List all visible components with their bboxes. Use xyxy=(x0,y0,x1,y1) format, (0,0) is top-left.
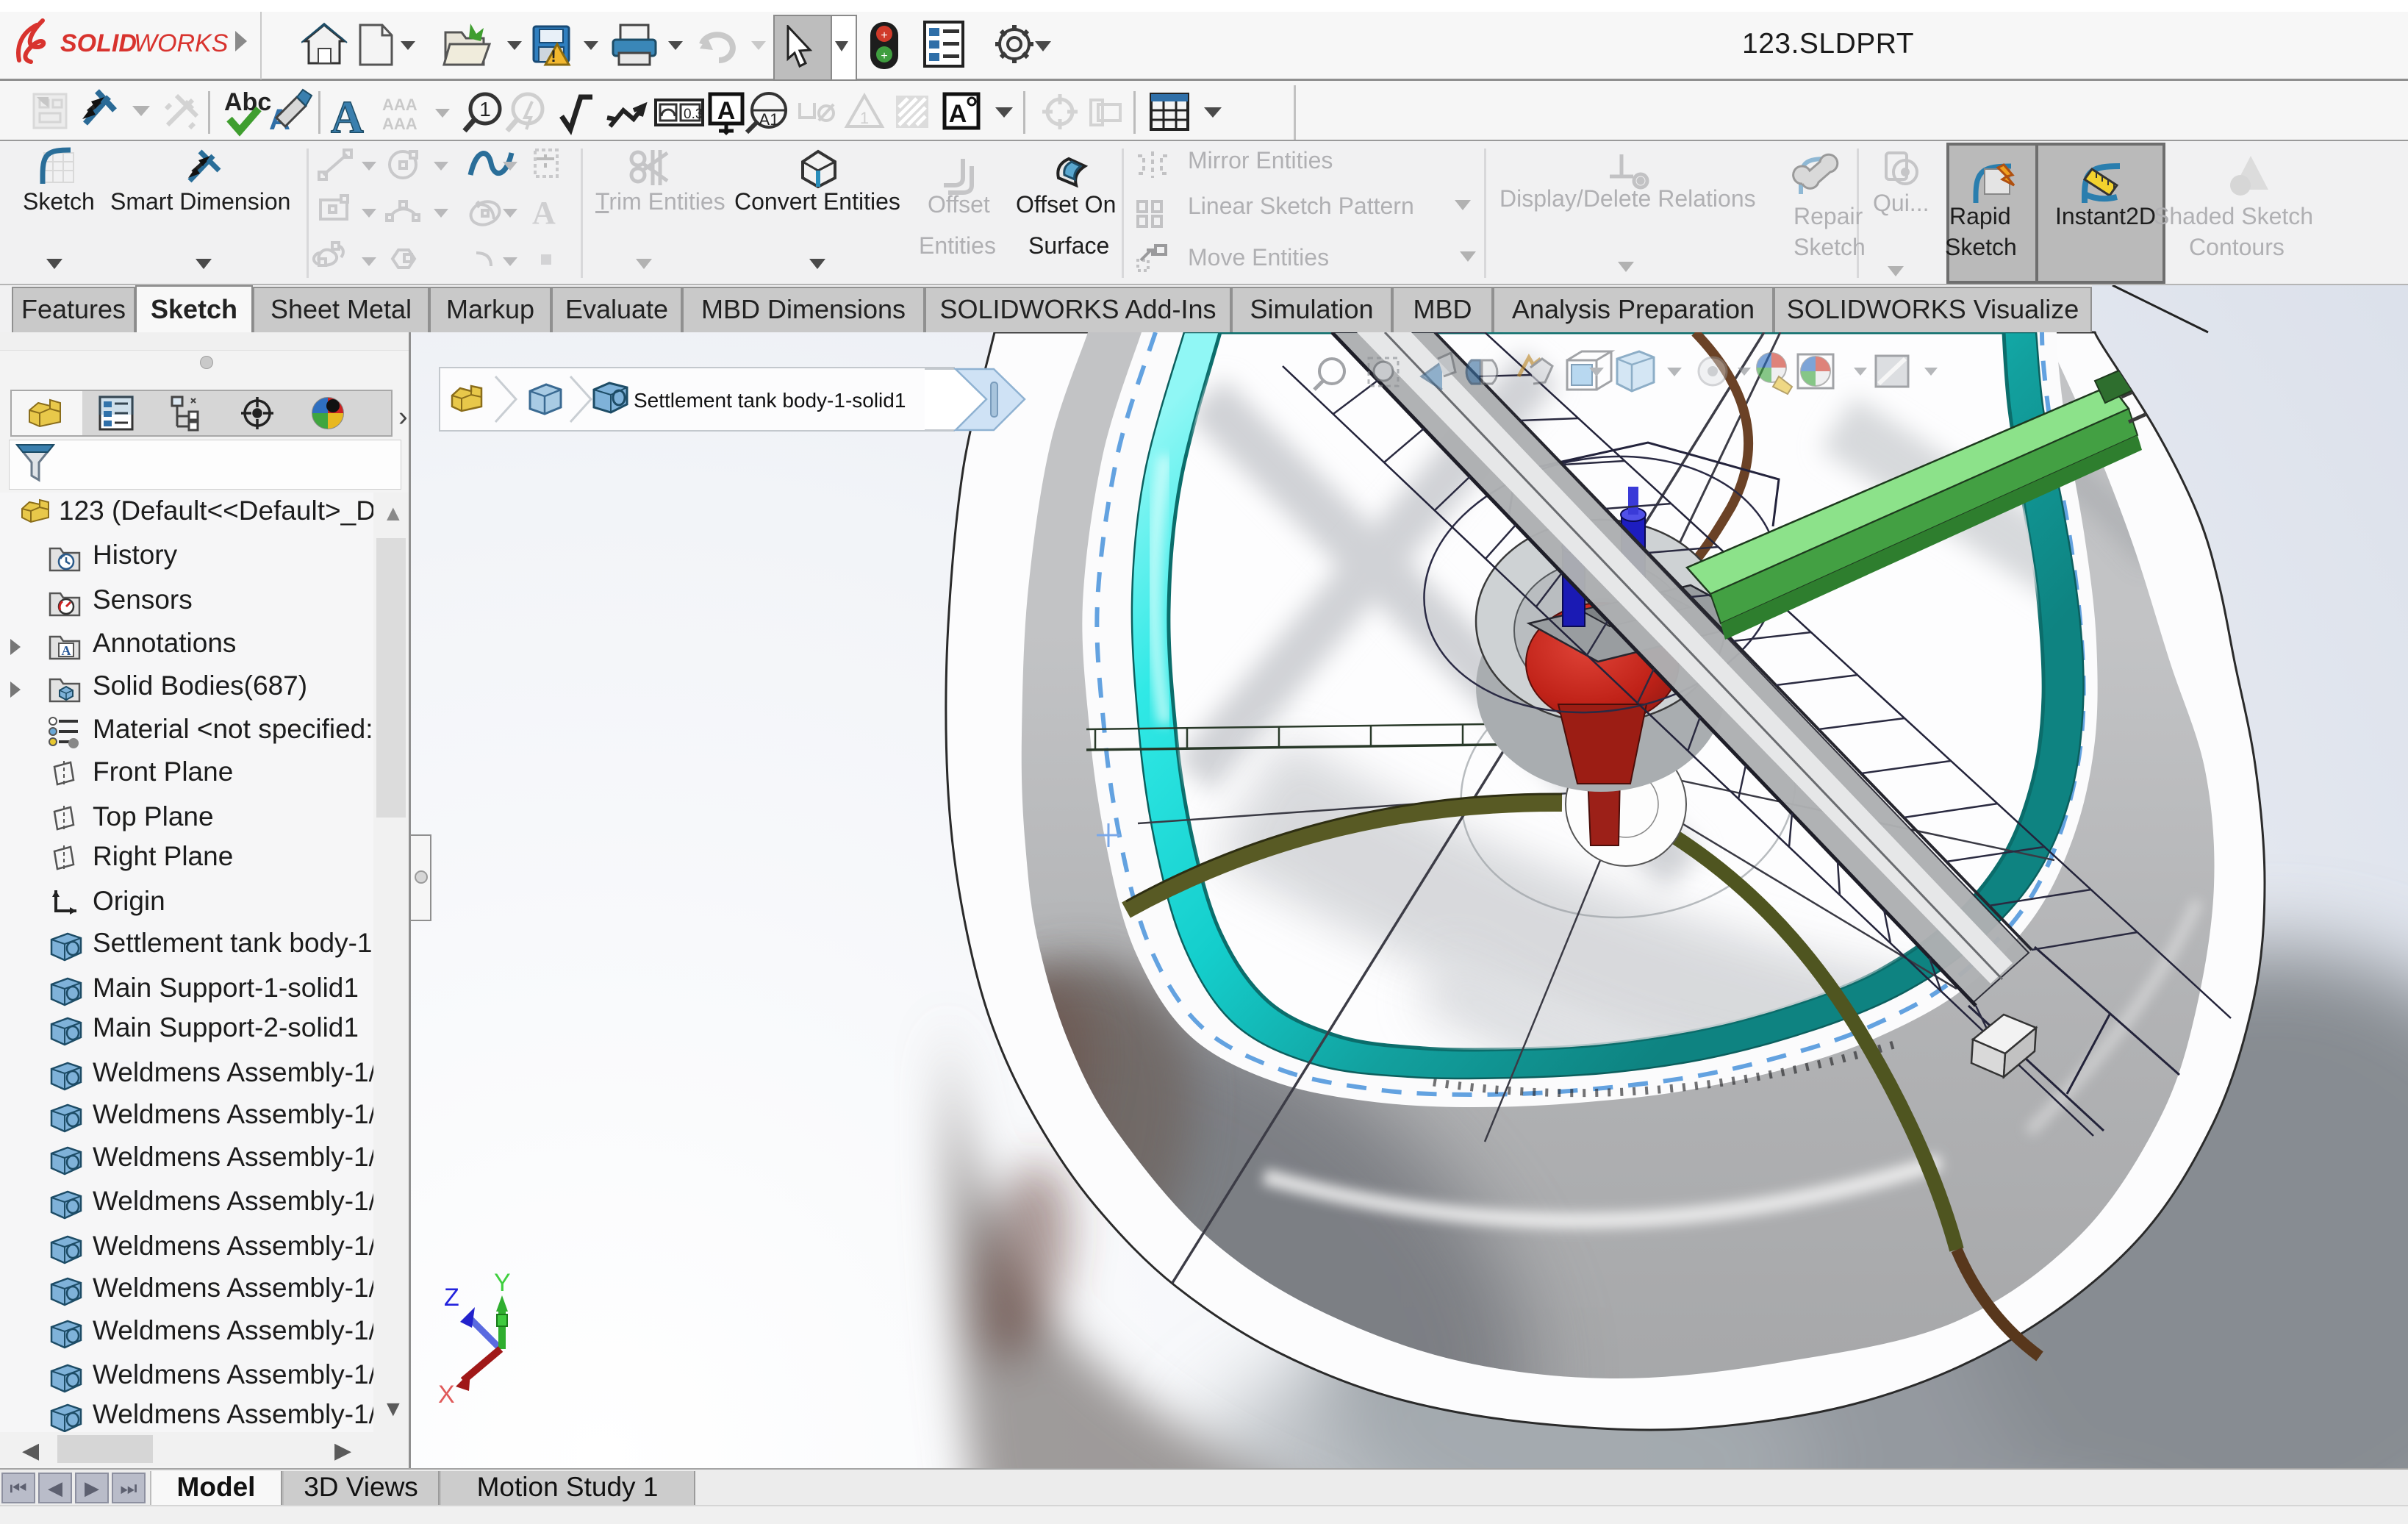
svg-text:Z: Z xyxy=(444,1284,459,1312)
svg-text:AAA: AAA xyxy=(382,115,418,133)
svg-text:Y: Y xyxy=(494,1269,511,1297)
svg-text:A: A xyxy=(331,93,364,140)
svg-text:Settlement tank body-1-solid1: Settlement tank body-1-solid1 xyxy=(634,389,906,412)
svg-text:SOLID: SOLID xyxy=(60,29,137,57)
svg-text:A: A xyxy=(532,195,556,231)
svg-text:!: ! xyxy=(551,47,556,65)
svg-text:+: + xyxy=(881,50,887,62)
svg-text:Abc: Abc xyxy=(224,88,271,116)
svg-text:0.3: 0.3 xyxy=(684,107,703,122)
svg-text:A: A xyxy=(949,100,967,128)
svg-text:1: 1 xyxy=(860,109,869,127)
svg-text:+: + xyxy=(881,29,887,42)
svg-text:A1: A1 xyxy=(759,110,779,129)
svg-text:A: A xyxy=(717,97,736,125)
svg-text:WORKS: WORKS xyxy=(134,29,229,57)
svg-text:AAA: AAA xyxy=(382,96,418,114)
svg-text:A: A xyxy=(62,643,71,658)
svg-text:X: X xyxy=(438,1381,455,1409)
svg-text:1: 1 xyxy=(479,98,491,121)
